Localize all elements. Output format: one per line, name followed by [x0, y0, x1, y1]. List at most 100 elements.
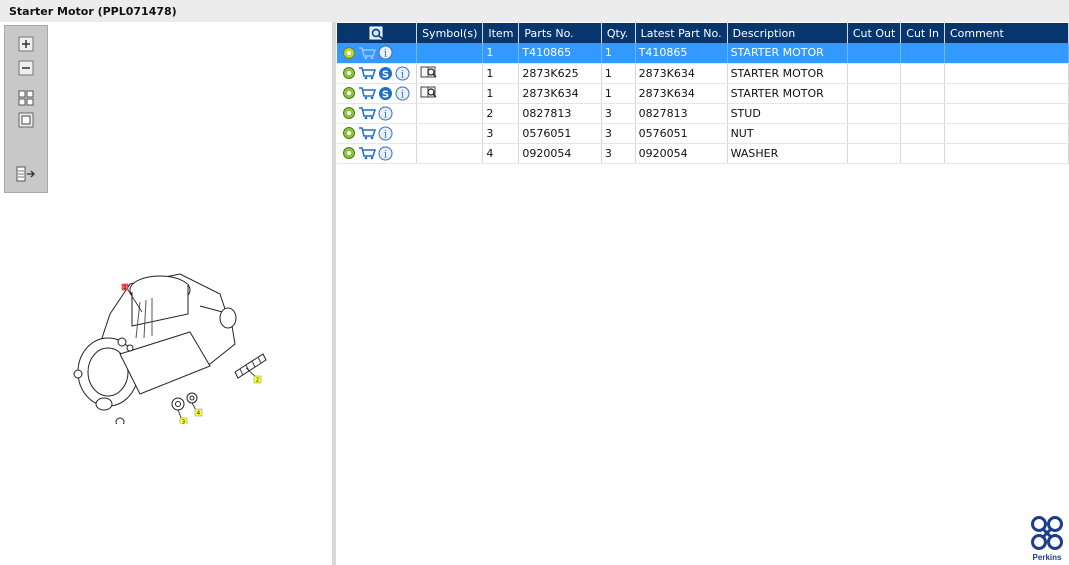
zoom-in-button[interactable] [15, 34, 37, 54]
qty-cell: 1 [601, 83, 636, 104]
search-parts-icon[interactable] [369, 26, 385, 40]
column-header-item[interactable]: Item [482, 23, 520, 43]
qty-cell: 1 [601, 63, 636, 84]
cart-icon[interactable] [358, 126, 376, 140]
svg-text:i: i [401, 89, 404, 100]
part-no-cell[interactable]: 2873K634 [518, 83, 602, 104]
zoom-out-icon [18, 60, 34, 76]
item-cell: 1 [482, 43, 520, 64]
latest-part-no-cell[interactable]: 0576051 [635, 123, 728, 144]
symbols-cell [416, 83, 484, 104]
cart-icon[interactable] [358, 66, 376, 80]
callout-label-2: 2 [256, 378, 259, 384]
description-cell: STARTER MOTOR [727, 83, 848, 104]
supersession-icon[interactable]: S [378, 66, 393, 81]
description-cell: STARTER MOTOR [727, 63, 848, 84]
book-magnifier-icon[interactable] [420, 65, 438, 79]
export-icon [16, 166, 35, 182]
cut-in-cell [900, 143, 945, 164]
cut-out-cell [847, 143, 902, 164]
info-icon[interactable]: i [395, 66, 410, 81]
cut-out-cell [847, 123, 902, 144]
part-no-cell[interactable]: 0576051 [518, 123, 602, 144]
item-cell: 2 [482, 103, 520, 124]
book-magnifier-icon[interactable] [420, 85, 438, 99]
comment-cell [944, 103, 1069, 124]
gear-icon[interactable] [342, 106, 356, 120]
zoom-in-icon [18, 36, 34, 52]
zoom-out-button[interactable] [15, 58, 37, 78]
cut-out-cell [847, 63, 902, 84]
item-cell: 3 [482, 123, 520, 144]
table-row[interactable]: S i 1 2873K634 1 2873K634 STARTER MOTOR [337, 83, 1069, 104]
part-no-cell[interactable]: 2873K625 [518, 63, 602, 84]
comment-cell [944, 63, 1069, 84]
column-header-latest-part-no[interactable]: Latest Part No. [635, 23, 728, 43]
cart-icon[interactable] [358, 86, 376, 100]
info-icon[interactable]: i [378, 126, 393, 141]
callout-label-3: 3 [182, 420, 185, 425]
info-icon[interactable]: i [378, 45, 393, 60]
table-row[interactable]: i 1 T410865 1 T410865 STARTER MOTOR [337, 43, 1069, 64]
symbols-cell [416, 63, 484, 84]
drawing-pane: 1 2 3 4 [0, 22, 332, 565]
info-icon[interactable]: i [378, 146, 393, 161]
gear-icon[interactable] [342, 146, 356, 160]
cut-out-cell [847, 43, 902, 64]
perkins-logo: Perkins [1028, 515, 1066, 563]
latest-part-no-cell[interactable]: 2873K634 [635, 63, 728, 84]
cut-out-cell [847, 83, 902, 104]
fit-all-button[interactable] [15, 88, 37, 108]
comment-cell [944, 143, 1069, 164]
part-no-cell[interactable]: T410865 [518, 43, 602, 64]
column-header-qty[interactable]: Qty. [601, 23, 636, 43]
perkins-logo-icon [1031, 516, 1063, 550]
part-no-cell[interactable]: 0827813 [518, 103, 602, 124]
column-header-description[interactable]: Description [727, 23, 848, 43]
export-button[interactable] [15, 164, 37, 184]
actual-size-icon [18, 112, 34, 128]
cart-icon[interactable] [358, 146, 376, 160]
cart-icon[interactable] [358, 106, 376, 120]
latest-part-no-cell[interactable]: 2873K634 [635, 83, 728, 104]
qty-cell: 3 [601, 143, 636, 164]
gear-icon[interactable] [342, 46, 356, 60]
column-header-symbols[interactable]: Symbol(s) [416, 23, 484, 43]
svg-text:S: S [382, 89, 389, 100]
symbols-cell [416, 43, 484, 64]
table-row[interactable]: i 4 0920054 3 0920054 WASHER [337, 143, 1069, 164]
callout-label-4: 4 [197, 411, 200, 417]
actual-size-button[interactable] [15, 110, 37, 130]
symbols-cell [416, 143, 484, 164]
info-icon[interactable]: i [378, 106, 393, 121]
gear-icon[interactable] [342, 126, 356, 140]
svg-text:i: i [384, 129, 387, 140]
table-row[interactable]: i 3 0576051 3 0576051 NUT [337, 123, 1069, 144]
parts-list-pane: Symbol(s) Item Parts No. Qty. Latest Par… [336, 22, 1069, 565]
comment-cell [944, 83, 1069, 104]
exploded-parts-drawing[interactable]: 1 2 3 4 [60, 254, 280, 424]
cart-icon-disabled [359, 47, 376, 60]
drawing-toolbar [4, 25, 48, 193]
svg-text:S: S [382, 69, 389, 80]
item-cell: 4 [482, 143, 520, 164]
supersession-icon[interactable]: S [378, 86, 393, 101]
column-header-cut-in[interactable]: Cut In [900, 23, 945, 43]
qty-cell: 1 [601, 43, 636, 64]
parts-table: Symbol(s) Item Parts No. Qty. Latest Par… [337, 23, 1069, 164]
column-header-actions[interactable] [337, 23, 418, 43]
latest-part-no-cell[interactable]: T410865 [635, 43, 728, 64]
description-cell: WASHER [727, 143, 848, 164]
table-row[interactable]: i 2 0827813 3 0827813 STUD [337, 103, 1069, 124]
latest-part-no-cell[interactable]: 0920054 [635, 143, 728, 164]
part-no-cell[interactable]: 0920054 [518, 143, 602, 164]
column-header-comment[interactable]: Comment [944, 23, 1069, 43]
column-header-cut-out[interactable]: Cut Out [847, 23, 902, 43]
column-header-parts-no[interactable]: Parts No. [518, 23, 602, 43]
gear-icon[interactable] [342, 86, 356, 100]
gear-icon[interactable] [342, 66, 356, 80]
latest-part-no-cell[interactable]: 0827813 [635, 103, 728, 124]
table-row[interactable]: S i 1 2873K625 1 2873K634 STARTER MOTOR [337, 63, 1069, 84]
svg-text:i: i [384, 49, 387, 60]
info-icon[interactable]: i [395, 86, 410, 101]
